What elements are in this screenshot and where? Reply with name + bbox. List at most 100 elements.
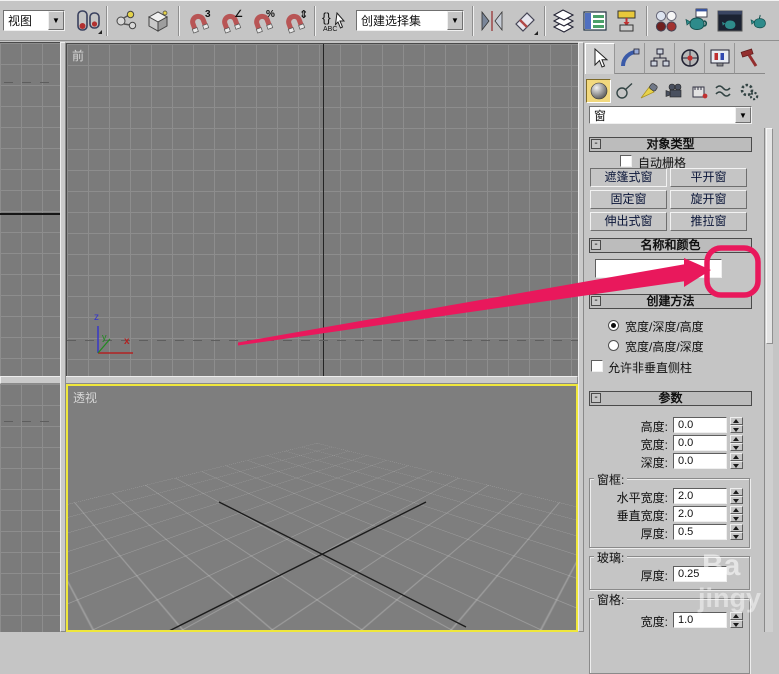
window-crossing-toggle-button[interactable]: [73, 5, 103, 37]
tab-modify[interactable]: [615, 43, 645, 74]
category-lights[interactable]: [636, 79, 661, 103]
button-sliding-window[interactable]: 推拉窗: [670, 212, 747, 231]
lights-icon: [640, 82, 658, 98]
height-field[interactable]: 0.0: [673, 417, 727, 433]
height-label: 高度:: [640, 420, 668, 434]
braces-glyph: {}: [322, 10, 331, 25]
left-viewport-bottom[interactable]: [0, 384, 60, 632]
allow-nonvertical-jambs-checkbox[interactable]: [591, 360, 603, 372]
collapse-icon[interactable]: -: [591, 296, 601, 306]
rollout-creation-method[interactable]: - 创建方法: [589, 294, 752, 309]
width-spinner[interactable]: [730, 435, 743, 451]
named-selection-sets-button[interactable]: {} ABC: [319, 5, 351, 37]
tab-display[interactable]: [705, 43, 735, 74]
thickness-spinner[interactable]: [730, 524, 743, 540]
unlink-selection-icon: [147, 10, 169, 32]
button-fixed-window-label: 固定窗: [610, 192, 647, 206]
button-projected-window[interactable]: 伸出式窗: [590, 212, 667, 231]
tab-create[interactable]: [585, 43, 615, 74]
schematic-view-button[interactable]: [611, 5, 643, 37]
vert-width-spinner[interactable]: [730, 506, 743, 522]
view-combo-dropdown-icon[interactable]: ▼: [48, 11, 64, 30]
radio-width-depth-height-label: 宽度/深度/高度: [625, 320, 704, 334]
unlink-selection-button[interactable]: [141, 5, 175, 37]
toolbar-separator: [544, 5, 546, 36]
rollout-name-color[interactable]: - 名称和颜色: [589, 238, 752, 253]
width-label: 宽度:: [640, 438, 668, 452]
collapse-icon[interactable]: -: [591, 240, 601, 250]
category-helpers[interactable]: [686, 79, 711, 103]
category-systems[interactable]: [736, 79, 761, 103]
align-button[interactable]: [507, 5, 541, 37]
perspective-viewport[interactable]: 透视: [66, 384, 578, 632]
horiz-width-field[interactable]: 2.0: [673, 488, 727, 504]
button-awning-window[interactable]: 遮篷式窗: [590, 168, 667, 187]
render-frame-button[interactable]: [713, 5, 747, 37]
category-cameras[interactable]: [661, 79, 686, 103]
rails-width-field[interactable]: 1.0: [673, 612, 727, 628]
snap-toggle-3d-button[interactable]: 3: [183, 5, 215, 37]
display-tab-icon: [710, 49, 729, 67]
rollout-object-type[interactable]: - 对象类型: [589, 137, 752, 152]
category-spacewarps[interactable]: [711, 79, 736, 103]
quick-render-icon: [750, 14, 766, 28]
rails-width-spinner[interactable]: [730, 612, 743, 628]
button-pivoted-window[interactable]: 旋开窗: [670, 190, 747, 209]
radio-width-height-depth[interactable]: [608, 340, 619, 351]
view-selector-combo[interactable]: 视图 ▼: [3, 10, 65, 31]
category-geometry[interactable]: [586, 78, 611, 103]
rollout-parameters[interactable]: - 参数: [589, 391, 752, 406]
radio-width-depth-height[interactable]: [608, 320, 619, 331]
layer-manager-button[interactable]: [549, 5, 579, 37]
collapse-icon[interactable]: -: [591, 393, 601, 403]
snap3-overlay-glyph: 3: [205, 9, 211, 20]
select-and-link-button[interactable]: [111, 5, 141, 37]
autogrid-checkbox[interactable]: [620, 155, 632, 167]
material-editor-button[interactable]: [651, 5, 681, 37]
named-selection-value: 创建选择集: [361, 14, 422, 28]
angle-snap-icon: ∠: [222, 9, 243, 34]
named-selection-combo[interactable]: 创建选择集 ▼: [356, 10, 464, 31]
tab-motion[interactable]: [675, 43, 705, 74]
glazing-thickness-label: 厚度:: [640, 569, 668, 583]
button-fixed-window[interactable]: 固定窗: [590, 190, 667, 209]
front-viewport[interactable]: 前 z x y: [66, 43, 579, 377]
depth-spinner[interactable]: [730, 453, 743, 469]
curve-editor-button[interactable]: [579, 5, 611, 37]
tab-utilities[interactable]: [735, 43, 765, 74]
percent-snap-button[interactable]: %: [247, 5, 279, 37]
object-category-dropdown-icon[interactable]: ▼: [735, 107, 751, 123]
mirror-button[interactable]: [477, 5, 507, 37]
render-setup-button[interactable]: [681, 5, 713, 37]
percent-overlay-glyph: %: [266, 9, 275, 20]
object-name-input[interactable]: [595, 259, 722, 278]
named-selection-dropdown-icon[interactable]: ▼: [447, 11, 463, 30]
panel-scrollbar-thumb[interactable]: [766, 128, 773, 344]
glazing-thickness-field[interactable]: 0.25: [673, 566, 727, 582]
category-shapes[interactable]: [611, 79, 636, 103]
button-casement-window[interactable]: 平开窗: [670, 168, 747, 187]
width-field[interactable]: 0.0: [673, 435, 727, 451]
angle-snap-button[interactable]: ∠: [215, 5, 247, 37]
vert-width-field[interactable]: 2.0: [673, 506, 727, 522]
object-category-dropdown[interactable]: 窗 ▼: [589, 106, 752, 124]
perspective-axis-lines: [169, 501, 467, 630]
thickness-field[interactable]: 0.5: [673, 524, 727, 540]
depth-field[interactable]: 0.0: [673, 453, 727, 469]
viewport-splitter-horizontal[interactable]: [0, 376, 578, 384]
horiz-width-spinner[interactable]: [730, 488, 743, 504]
shapes-icon: [615, 82, 632, 99]
panel-scrollbar[interactable]: [764, 128, 773, 632]
height-spinner[interactable]: [730, 417, 743, 433]
left-viewport-top[interactable]: [0, 42, 60, 377]
collapse-icon[interactable]: -: [591, 139, 601, 149]
spinner-snap-button[interactable]: ⇕: [279, 5, 311, 37]
utilities-tab-icon: [740, 48, 758, 67]
tab-hierarchy[interactable]: [645, 43, 675, 74]
toolbar-separator: [106, 5, 108, 36]
button-projected-window-label: 伸出式窗: [604, 214, 653, 228]
axis-x-label: x: [124, 336, 130, 347]
quick-render-button[interactable]: [747, 5, 771, 37]
select-and-link-icon: [116, 10, 137, 29]
cameras-icon: [665, 83, 681, 97]
